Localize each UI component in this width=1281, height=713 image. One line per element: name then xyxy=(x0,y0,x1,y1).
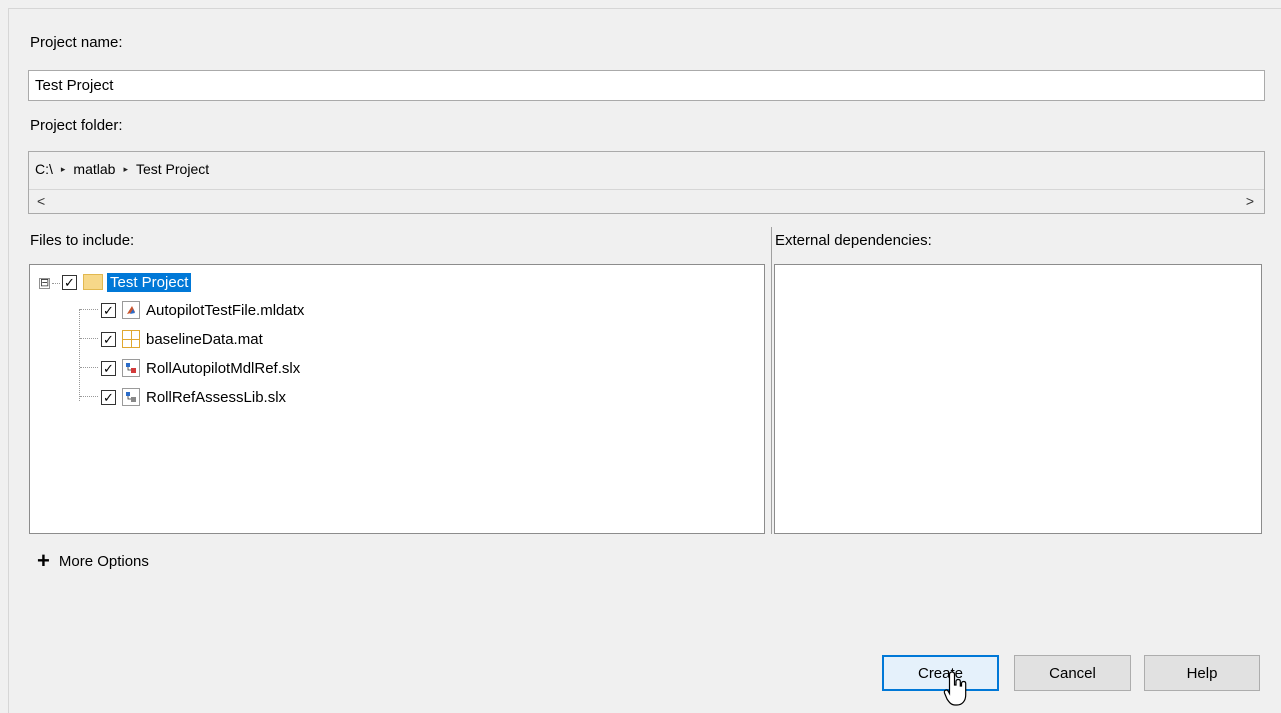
tree-node-label[interactable]: AutopilotTestFile.mldatx xyxy=(146,302,304,319)
checkbox[interactable]: ✓ xyxy=(101,389,116,405)
files-to-include-label: Files to include: xyxy=(30,232,135,249)
checkbox[interactable]: ✓ xyxy=(101,331,116,347)
tree-node-label[interactable]: baselineData.mat xyxy=(146,331,263,348)
test-file-icon xyxy=(122,301,140,319)
create-button[interactable]: Create xyxy=(882,655,999,691)
project-name-input[interactable] xyxy=(28,70,1265,101)
folder-icon xyxy=(83,274,103,290)
external-dependencies-list[interactable] xyxy=(774,264,1262,534)
tree-line xyxy=(80,367,98,368)
tree-node[interactable]: ✓ RollAutopilotMdlRef.slx xyxy=(101,355,300,381)
tree-node-root[interactable]: ✓ Test Project xyxy=(62,269,192,295)
simulink-library-icon xyxy=(122,388,140,406)
checkbox[interactable]: ✓ xyxy=(101,302,116,318)
mat-file-icon xyxy=(122,330,140,348)
tree-line xyxy=(80,396,98,397)
collapse-icon[interactable]: ⊟ xyxy=(39,278,50,289)
tree-node[interactable]: ✓ baselineData.mat xyxy=(101,326,263,352)
more-options-label: More Options xyxy=(58,552,149,570)
external-dependencies-label: External dependencies: xyxy=(775,232,932,249)
tree-line xyxy=(80,309,98,310)
checkbox[interactable]: ✓ xyxy=(101,360,116,376)
mouse-pointer-icon xyxy=(943,671,967,706)
tree-node-label[interactable]: RollRefAssessLib.slx xyxy=(146,389,286,406)
breadcrumb-segment[interactable]: Test Project xyxy=(136,161,209,177)
plus-icon: + xyxy=(37,548,50,573)
simulink-model-icon xyxy=(122,359,140,377)
checkbox[interactable]: ✓ xyxy=(62,274,77,290)
tree-node[interactable]: ✓ RollRefAssessLib.slx xyxy=(101,384,286,410)
tree-node-label[interactable]: RollAutopilotMdlRef.slx xyxy=(146,360,300,377)
tree-node[interactable]: ✓ AutopilotTestFile.mldatx xyxy=(101,297,304,323)
project-folder-path[interactable]: C:\ ▸ matlab ▸ Test Project < > xyxy=(28,151,1265,214)
more-options-toggle[interactable]: + More Options xyxy=(37,550,149,572)
tree-line xyxy=(79,309,80,401)
breadcrumb: C:\ ▸ matlab ▸ Test Project xyxy=(35,161,209,177)
files-tree[interactable]: ⊟ ✓ Test Project ✓ AutopilotTestFile.mld… xyxy=(29,264,765,534)
project-folder-label: Project folder: xyxy=(30,117,123,134)
project-name-label: Project name: xyxy=(30,34,123,51)
breadcrumb-segment[interactable]: C:\ xyxy=(35,161,53,177)
horizontal-scrollbar[interactable]: < > xyxy=(29,189,1264,213)
breadcrumb-arrow-icon: ▸ xyxy=(60,163,66,174)
help-button[interactable]: Help xyxy=(1144,655,1260,691)
tree-line xyxy=(52,283,60,284)
cancel-button[interactable]: Cancel xyxy=(1014,655,1131,691)
scroll-right-icon[interactable]: > xyxy=(1246,193,1254,209)
tree-node-label[interactable]: Test Project xyxy=(107,272,192,292)
breadcrumb-segment[interactable]: matlab xyxy=(73,161,115,177)
scroll-left-icon[interactable]: < xyxy=(37,193,45,209)
breadcrumb-arrow-icon: ▸ xyxy=(123,163,128,174)
tree-line xyxy=(80,338,98,339)
